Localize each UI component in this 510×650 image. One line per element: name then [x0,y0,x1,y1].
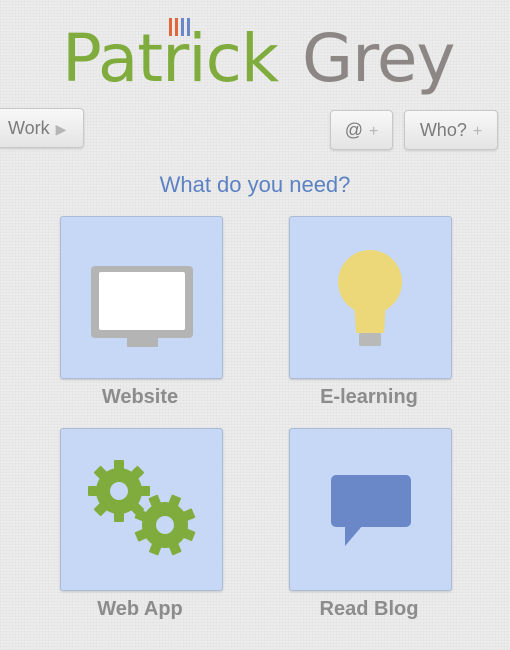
about-button[interactable]: Who? + [404,110,498,150]
gears-icon [88,460,196,556]
elearning-tile[interactable] [289,216,452,379]
speech-bubble-icon [331,475,411,546]
web-app-label[interactable]: Web App [40,598,240,621]
contact-button-label: @ [344,120,363,140]
lightbulb-icon [338,250,402,346]
play-arrow-icon: ▶ [55,121,67,137]
elearning-label[interactable]: E-learning [269,386,469,409]
work-button[interactable]: Work ▶ [0,108,84,148]
blog-tile[interactable] [289,428,452,591]
web-app-tile[interactable] [60,428,223,591]
plus-icon: + [472,123,483,140]
website-tile[interactable] [60,216,223,379]
plus-icon: + [368,123,379,140]
site-logo[interactable]: Patrick Grey [0,14,510,94]
tagline: What do you need? [159,172,351,197]
contact-button[interactable]: @ + [330,110,393,150]
website-label[interactable]: Website [40,386,240,409]
work-button-label: Work [8,118,50,138]
logo-last-name: Grey [302,20,455,97]
logo-first-name: Patrick [62,20,279,97]
about-button-label: Who? [419,120,467,140]
monitor-icon [91,266,193,347]
blog-label[interactable]: Read Blog [269,598,469,621]
